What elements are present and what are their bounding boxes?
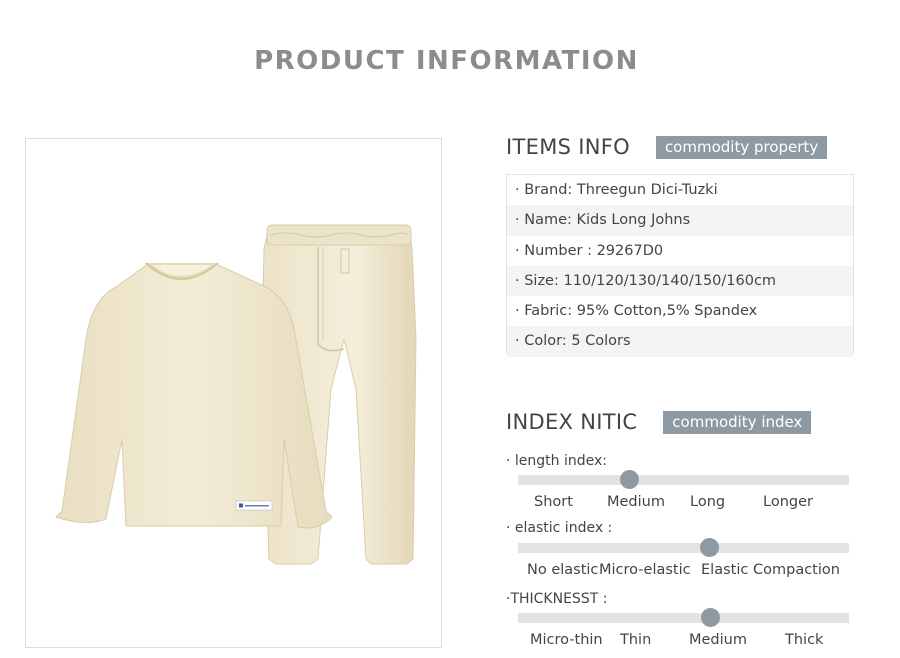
thickness-option-thick: Thick [785, 632, 824, 648]
length-index-label: · length index: [506, 453, 607, 469]
length-index-track [518, 475, 849, 485]
elastic-option-compaction: Compaction [753, 562, 840, 578]
elastic-index-label: · elastic index : [506, 520, 613, 536]
info-row-brand: · Brand: Threegun Dici-Tuzki [515, 182, 718, 198]
thickness-label: ·THICKNESST : [506, 591, 608, 607]
elastic-index-marker [700, 538, 719, 557]
info-row-fabric: · Fabric: 95% Cotton,5% Spandex [515, 303, 758, 320]
info-row-size: · Size: 110/120/130/140/150/160cm [507, 265, 853, 297]
thickness-option-thin: Thin [620, 632, 652, 648]
long-johns-illustration [55, 224, 417, 565]
info-row-number: · Number : 29267D0 [515, 242, 664, 259]
commodity-property-tag: commodity property [655, 135, 828, 159]
items-info-header: ITEMS INFO commodity property [506, 135, 828, 159]
length-option-medium: Medium [607, 494, 665, 510]
info-row-color: · Color: 5 Colors [507, 326, 853, 357]
commodity-index-tag: commodity index [663, 410, 812, 434]
items-info-table: · Brand: Threegun Dici-Tuzki · Name: Kid… [506, 174, 854, 357]
items-info-title: ITEMS INFO [506, 135, 630, 159]
page-title: PRODUCT INFORMATION [254, 46, 639, 76]
index-nitic-header: INDEX NITIC commodity index [506, 410, 812, 434]
product-image [25, 138, 442, 648]
elastic-option-micro-elastic: Micro-elastic [599, 562, 691, 578]
length-option-long: Long [690, 494, 726, 510]
length-option-longer: Longer [763, 494, 813, 510]
elastic-index-track [518, 543, 849, 553]
thickness-track [518, 613, 849, 623]
thickness-option-micro-thin: Micro-thin [530, 632, 603, 648]
index-nitic-title: INDEX NITIC [506, 410, 638, 434]
length-option-short: Short [534, 494, 573, 510]
info-row-name: · Name: Kids Long Johns [507, 205, 853, 236]
elastic-option-elastic: Elastic [701, 562, 749, 578]
elastic-option-no-elastic: No elastic [527, 562, 599, 578]
thickness-option-medium: Medium [689, 632, 747, 648]
length-index-marker [620, 470, 639, 489]
thickness-marker [701, 608, 720, 627]
